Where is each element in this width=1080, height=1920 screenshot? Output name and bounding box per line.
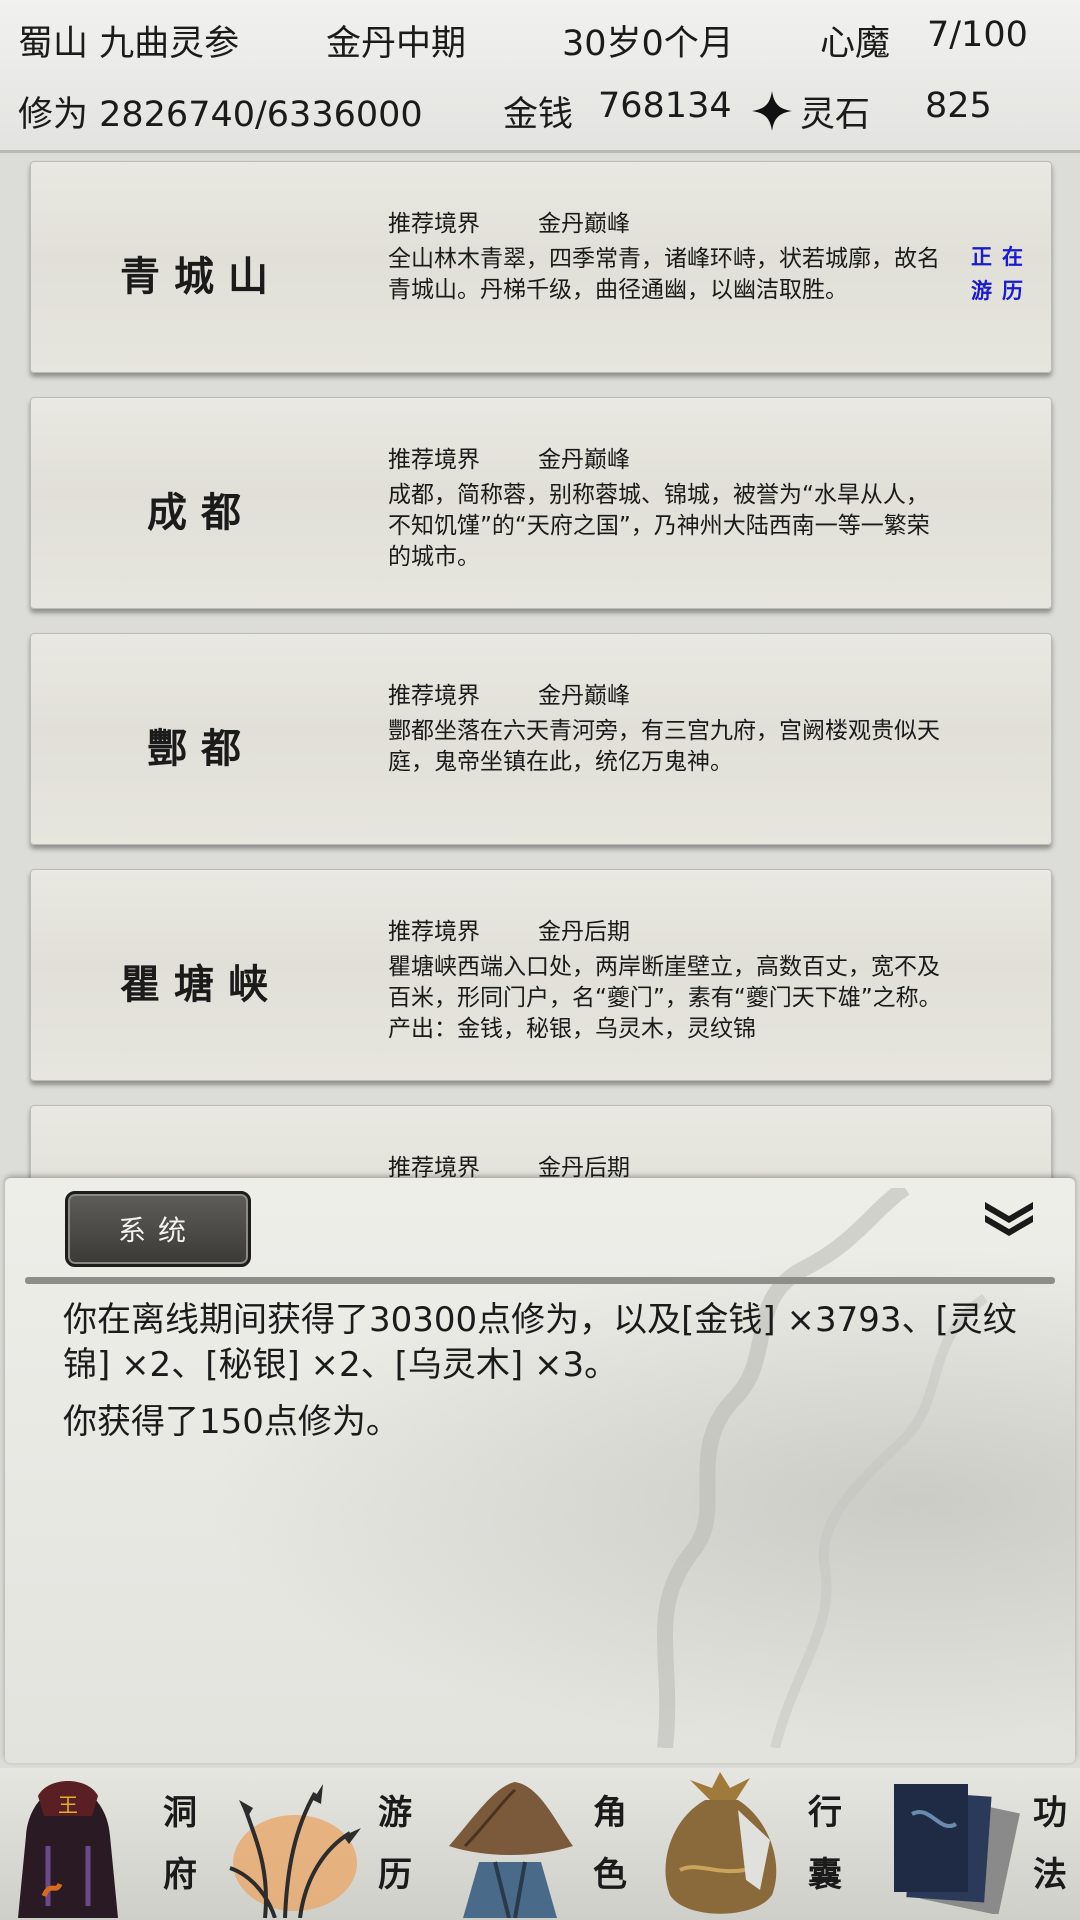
traveling-status-line2: 游历	[971, 278, 1033, 303]
straw-hat-icon	[449, 1782, 573, 1918]
message-line: 你在离线期间获得了30300点修为，以及[金钱] ×3793、[灵纹锦] ×2、…	[63, 1300, 1017, 1385]
nav-cave[interactable]: 王 洞府	[0, 1768, 215, 1920]
location-name: 酆都	[147, 725, 255, 772]
traveling-status: 正在 游历	[967, 240, 1037, 308]
system-tab-label: 系统	[117, 1214, 198, 1247]
message-panel: 系统 你在离线期间获得了30300点修为，以及[金钱] ×3793、[灵纹锦] …	[5, 1178, 1075, 1763]
bottom-nav: 王 洞府 游历 角色 行 囊 功 法	[0, 1768, 1080, 1920]
location-name: 青城山	[120, 253, 282, 300]
heart-demon-value: 7/100	[927, 15, 1028, 55]
pouch-icon	[665, 1772, 777, 1914]
nav-technique-label: 功法	[1033, 1793, 1067, 1895]
recommended-realm-label: 推荐境界	[388, 683, 480, 709]
recommended-realm-value: 金丹后期	[538, 1155, 630, 1181]
ink-mountain-decoration	[657, 1188, 988, 1748]
message-line: 你获得了150点修为。	[63, 1402, 400, 1442]
status-bar: 蜀山 九曲灵参 金丹中期 30岁0个月 心魔 7/100 修为 2826740/…	[0, 0, 1080, 153]
traveling-status-line1: 正在	[971, 244, 1033, 269]
spirit-stone-value: 825	[925, 86, 992, 126]
money-label: 金钱	[503, 95, 574, 135]
heart-demon-label: 心魔	[820, 24, 891, 64]
nav-character[interactable]: 角色	[430, 1768, 645, 1920]
age-text: 30岁0个月	[562, 24, 734, 64]
cave-lord-icon: 王	[18, 1781, 118, 1918]
nav-travel-label: 游历	[378, 1793, 412, 1895]
location-card-qingcheng[interactable]: 青城山 推荐境界 金丹巅峰 全山林木青翠，四季常青，诸峰环峙，状若城廓，故名青城…	[30, 161, 1052, 373]
travel-reeds-icon	[229, 1784, 361, 1918]
recommended-realm-value: 金丹后期	[538, 919, 630, 945]
spirit-stone-label: 灵石	[800, 95, 871, 135]
recommended-realm-value: 金丹巅峰	[538, 211, 630, 237]
money-value: 768134	[598, 86, 732, 126]
location-card-partial[interactable]: 推荐境界 金丹后期	[30, 1105, 1052, 1183]
nav-travel[interactable]: 游历	[215, 1768, 430, 1920]
nav-bag-label: 行囊	[808, 1793, 842, 1895]
recommended-realm-label: 推荐境界	[388, 1155, 480, 1181]
location-description: 瞿塘峡西端入口处，两岸断崖壁立，高数百丈，宽不及百米，形同门户，名“夔门”，素有…	[388, 954, 942, 1042]
recommended-realm-value: 金丹巅峰	[538, 683, 630, 709]
four-point-star-icon	[752, 91, 792, 131]
location-card-qutang[interactable]: 瞿塘峡 推荐境界 金丹后期 瞿塘峡西端入口处，两岸断崖壁立，高数百丈，宽不及百米…	[30, 869, 1052, 1081]
nav-bag[interactable]: 行囊	[645, 1768, 860, 1920]
location-text: 蜀山 九曲灵参	[18, 24, 240, 64]
panel-divider	[25, 1277, 1055, 1284]
realm-text: 金丹中期	[326, 24, 467, 64]
location-name: 成都	[147, 489, 255, 536]
location-description: 成都，简称蓉，别称蓉城、锦城，被誉为“水旱从人，不知饥馑”的“天府之国”，乃神州…	[388, 482, 930, 570]
double-chevron-down-icon[interactable]	[981, 1198, 1037, 1238]
books-icon	[894, 1784, 1020, 1914]
message-log: 你在离线期间获得了30300点修为，以及[金钱] ×3793、[灵纹锦] ×2、…	[63, 1298, 1023, 1457]
recommended-realm-label: 推荐境界	[388, 919, 480, 945]
location-list[interactable]: 青城山 推荐境界 金丹巅峰 全山林木青翠，四季常青，诸峰环峙，状若城廓，故名青城…	[0, 153, 1080, 1183]
nav-technique[interactable]: 功法	[860, 1768, 1080, 1920]
nav-character-label: 角色	[593, 1793, 627, 1895]
system-tab[interactable]: 系统	[65, 1191, 251, 1267]
location-description: 全山林木青翠，四季常青，诸峰环峙，状若城廓，故名青城山。丹梯千级，曲径通幽，以幽…	[388, 246, 940, 303]
cultivation-text: 修为 2826740/6336000	[18, 95, 423, 135]
location-card-chengdu[interactable]: 成都 推荐境界 金丹巅峰 成都，简称蓉，别称蓉城、锦城，被誉为“水旱从人，不知饥…	[30, 397, 1052, 609]
recommended-realm-value: 金丹巅峰	[538, 447, 630, 473]
location-name: 瞿塘峡	[120, 961, 282, 1008]
recommended-realm-label: 推荐境界	[388, 211, 480, 237]
location-card-fengdu[interactable]: 酆都 推荐境界 金丹巅峰 酆都坐落在六天青河旁，有三宫九府，宫阙楼观贵似天庭，鬼…	[30, 633, 1052, 845]
nav-cave-label: 洞府	[163, 1793, 197, 1895]
recommended-realm-label: 推荐境界	[388, 447, 480, 473]
location-description: 酆都坐落在六天青河旁，有三宫九府，宫阙楼观贵似天庭，鬼帝坐镇在此，统亿万鬼神。	[388, 718, 940, 775]
svg-text:王: 王	[58, 1793, 78, 1817]
